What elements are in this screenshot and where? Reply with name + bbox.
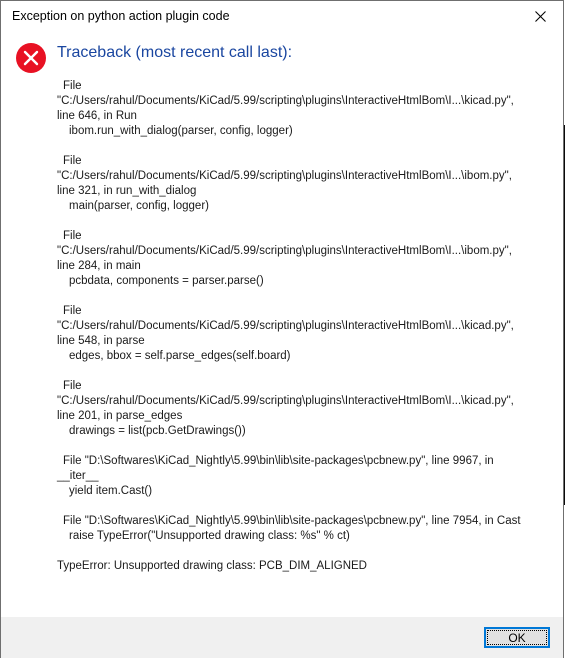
- frame-path: File "D:\Softwares\KiCad_Nightly\5.99\bi…: [63, 515, 521, 527]
- traceback-frame: File "C:/Users/rahul/Documents/KiCad/5.9…: [57, 229, 557, 289]
- frame-location: line 201, in parse_edges: [57, 410, 183, 422]
- frame-path: File "D:\Softwares\KiCad_Nightly\5.99\bi…: [63, 455, 494, 467]
- traceback-frame: File "D:\Softwares\KiCad_Nightly\5.99\bi…: [57, 514, 557, 544]
- dialog-content: Traceback (most recent call last): File …: [1, 32, 563, 617]
- frame-location: line 646, in Run: [57, 110, 137, 122]
- frame-file-label: File: [63, 230, 82, 242]
- frame-location: __iter__: [57, 470, 99, 482]
- frame-code: raise TypeError("Unsupported drawing cla…: [69, 530, 350, 542]
- traceback-frame: File "C:/Users/rahul/Documents/KiCad/5.9…: [57, 379, 557, 439]
- close-icon: [534, 11, 546, 22]
- title-bar[interactable]: Exception on python action plugin code: [1, 1, 563, 32]
- frame-location: line 548, in parse: [57, 335, 145, 347]
- frame-code: drawings = list(pcb.GetDrawings()): [69, 425, 246, 437]
- frame-location: line 321, in run_with_dialog: [57, 185, 197, 197]
- button-bar: OK: [1, 617, 563, 658]
- frame-location: line 284, in main: [57, 260, 141, 272]
- frame-code: main(parser, config, logger): [69, 200, 209, 212]
- focus-rectangle: [487, 630, 547, 645]
- traceback-text: File "C:/Users/rahul/Documents/KiCad/5.9…: [57, 79, 557, 574]
- frame-code: pcbdata, components = parser.parse(): [69, 275, 264, 287]
- frame-path: "C:/Users/rahul/Documents/KiCad/5.99/scr…: [57, 320, 514, 332]
- frame-code: yield item.Cast(): [69, 485, 153, 497]
- frame-file-label: File: [63, 305, 82, 317]
- close-button[interactable]: [517, 1, 563, 32]
- dialog-title: Exception on python action plugin code: [12, 9, 230, 23]
- frame-path: "C:/Users/rahul/Documents/KiCad/5.99/scr…: [57, 95, 514, 107]
- frame-code: edges, bbox = self.parse_edges(self.boar…: [69, 350, 291, 362]
- traceback-frame: File "C:/Users/rahul/Documents/KiCad/5.9…: [57, 79, 557, 139]
- error-message: TypeError: Unsupported drawing class: PC…: [57, 560, 367, 572]
- traceback-heading: Traceback (most recent call last):: [57, 44, 293, 61]
- traceback-frame: File "D:\Softwares\KiCad_Nightly\5.99\bi…: [57, 454, 557, 499]
- frame-file-label: File: [63, 80, 82, 92]
- traceback-frame: File "C:/Users/rahul/Documents/KiCad/5.9…: [57, 304, 557, 364]
- ok-button[interactable]: OK: [484, 627, 550, 648]
- frame-path: "C:/Users/rahul/Documents/KiCad/5.99/scr…: [57, 395, 514, 407]
- exception-dialog: Exception on python action plugin code T…: [0, 0, 564, 658]
- frame-file-label: File: [63, 380, 82, 392]
- frame-path: "C:/Users/rahul/Documents/KiCad/5.99/scr…: [57, 245, 512, 257]
- error-icon: [16, 43, 46, 73]
- frame-path: "C:/Users/rahul/Documents/KiCad/5.99/scr…: [57, 170, 512, 182]
- traceback-frame: File "C:/Users/rahul/Documents/KiCad/5.9…: [57, 154, 557, 214]
- frame-code: ibom.run_with_dialog(parser, config, log…: [69, 125, 293, 137]
- frame-file-label: File: [63, 155, 82, 167]
